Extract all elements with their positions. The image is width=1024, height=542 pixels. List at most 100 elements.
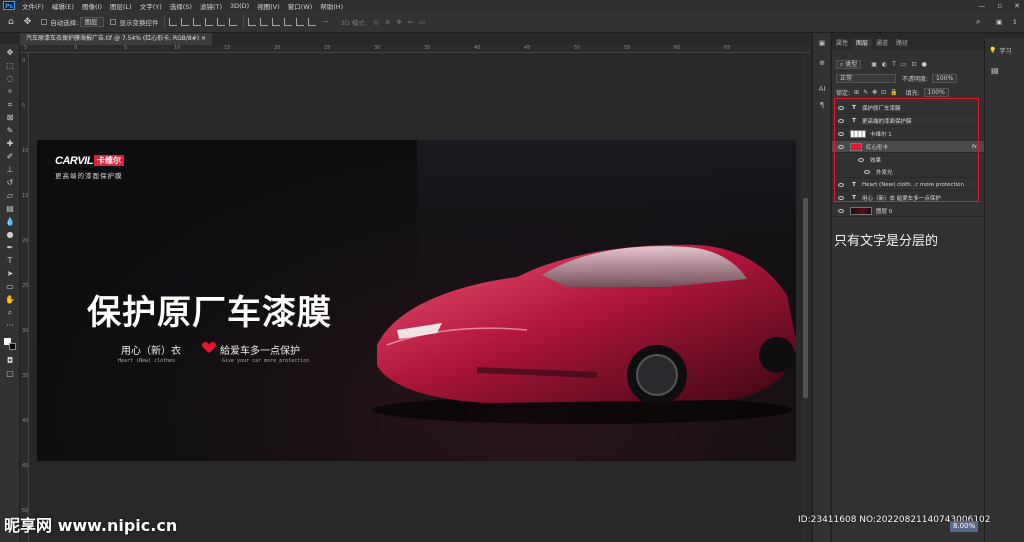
paragraph-panel-icon[interactable]: ¶	[817, 101, 827, 110]
menu-image[interactable]: 图像(I)	[78, 1, 106, 11]
auto-select-dropdown[interactable]: 图层	[80, 16, 105, 27]
workspace-icon[interactable]: ▣	[996, 18, 1002, 26]
menu-window[interactable]: 窗口(W)	[284, 1, 317, 11]
3d-pan-icon[interactable]: ✥	[396, 18, 401, 26]
lock-brush-icon[interactable]: ✎	[863, 89, 868, 96]
close-tab-icon[interactable]: ✕	[201, 35, 206, 42]
align-right-icon[interactable]	[193, 17, 202, 26]
tab-properties[interactable]: 属性	[832, 38, 852, 50]
3d-slide-icon[interactable]: ⇔	[408, 18, 413, 26]
menu-select[interactable]: 选择(S)	[166, 1, 196, 11]
auto-select-checkbox[interactable]	[41, 18, 48, 25]
filter-pixel-icon[interactable]: ▣	[871, 61, 877, 68]
opacity-field[interactable]: 100%	[932, 73, 958, 83]
minimize-button[interactable]: —	[978, 2, 985, 10]
visibility-eye-icon[interactable]	[838, 208, 844, 213]
menu-edit[interactable]: 编辑(E)	[48, 1, 78, 11]
background-color-swatch[interactable]	[9, 343, 16, 350]
learn-button[interactable]: 💡 学习	[989, 46, 1012, 55]
more-options-icon[interactable]: ···	[322, 18, 328, 26]
align-middle-icon[interactable]	[217, 17, 226, 26]
screen-mode-icon[interactable]: ▢	[5, 369, 15, 379]
ai-panel-icon[interactable]: AI	[817, 85, 827, 94]
home-icon[interactable]: ⌂	[8, 17, 14, 27]
hand-tool-icon[interactable]: ✋	[5, 295, 15, 305]
distribute-bottom-icon[interactable]	[272, 17, 281, 26]
type-tool-icon[interactable]: T	[5, 256, 15, 266]
show-transform-checkbox[interactable]	[110, 18, 117, 25]
lasso-tool-icon[interactable]: ◌	[5, 74, 15, 84]
tools-panel: ✥ ⬚ ◌ ✧ ⌗ ⊠ ✎ ✚ ✐ ⊥ ↺ ▱ ▤ 💧 ● ✒ T ➤ ▭ ✋ …	[0, 44, 20, 542]
filter-smart-icon[interactable]: ⊡	[912, 61, 917, 68]
tab-paths[interactable]: 路径	[892, 38, 912, 50]
align-top-icon[interactable]	[205, 17, 214, 26]
divider	[164, 14, 166, 29]
lock-position-icon[interactable]: ✥	[872, 89, 877, 96]
filter-adjust-icon[interactable]: ◐	[882, 61, 887, 68]
libraries-icon[interactable]: ▤	[991, 66, 999, 75]
crop-tool-icon[interactable]: ⌗	[5, 100, 15, 110]
maximize-button[interactable]: ▫	[997, 2, 1002, 10]
tab-layers[interactable]: 图层	[852, 38, 873, 50]
shape-tool-icon[interactable]: ▭	[5, 282, 15, 292]
distribute-left-icon[interactable]	[284, 17, 293, 26]
magic-wand-tool-icon[interactable]: ✧	[5, 87, 15, 97]
history-brush-tool-icon[interactable]: ↺	[5, 178, 15, 188]
blend-mode-dropdown[interactable]: 正常	[836, 73, 896, 83]
pen-tool-icon[interactable]: ✒	[5, 243, 15, 253]
lock-artboard-icon[interactable]: ⊡	[881, 89, 886, 96]
close-button[interactable]: ✕	[1014, 2, 1020, 10]
filter-toggle-icon[interactable]: ●	[922, 61, 927, 68]
menu-layer[interactable]: 图层(L)	[106, 1, 136, 11]
distribute-right-icon[interactable]	[308, 17, 317, 26]
blur-tool-icon[interactable]: 💧	[5, 217, 15, 227]
clone-stamp-tool-icon[interactable]: ⊥	[5, 165, 15, 175]
lock-label: 锁定:	[836, 89, 851, 97]
filter-type-icon[interactable]: T	[892, 61, 896, 68]
eyedropper-tool-icon[interactable]: ✎	[5, 126, 15, 136]
menu-file[interactable]: 文件(F)	[18, 1, 48, 11]
distribute-top-icon[interactable]	[248, 17, 257, 26]
gradient-tool-icon[interactable]: ▤	[5, 204, 15, 214]
zoom-tool-icon[interactable]: ⌕	[5, 308, 15, 318]
fill-field[interactable]: 100%	[923, 87, 949, 97]
lock-pixels-icon[interactable]: ⊞	[854, 89, 859, 96]
3d-roll-icon[interactable]: ⊕	[385, 18, 390, 26]
move-tool-icon[interactable]: ✥	[5, 48, 15, 58]
align-bottom-icon[interactable]	[229, 17, 238, 26]
dodge-tool-icon[interactable]: ●	[5, 230, 15, 240]
move-tool-preset-icon[interactable]: ✥	[24, 17, 32, 27]
eraser-tool-icon[interactable]: ▱	[5, 191, 15, 201]
path-selection-tool-icon[interactable]: ➤	[5, 269, 15, 279]
navigator-panel-icon[interactable]: ⊕	[817, 59, 827, 68]
filter-shape-icon[interactable]: ▭	[901, 61, 907, 68]
marquee-tool-icon[interactable]: ⬚	[5, 61, 15, 71]
layer-row[interactable]: 图层 0	[832, 205, 985, 217]
brush-tool-icon[interactable]: ✐	[5, 152, 15, 162]
quick-mask-icon[interactable]: ◘	[5, 356, 15, 366]
vertical-scrollbar[interactable]	[801, 53, 810, 542]
document-tab[interactable]: 汽车原漆车衣保护膜海报广告.tif @ 7.54% (红心形卡, RGB/8#)…	[20, 33, 213, 45]
search-icon[interactable]: ⌕	[976, 17, 980, 27]
tab-channels[interactable]: 通道	[872, 38, 892, 50]
distribute-middle-icon[interactable]	[260, 17, 269, 26]
healing-brush-tool-icon[interactable]: ✚	[5, 139, 15, 149]
history-panel-icon[interactable]: ▣	[817, 39, 827, 48]
3d-rotate-icon[interactable]: ◎	[373, 18, 379, 26]
scrollbar-thumb[interactable]	[803, 198, 808, 398]
menu-3d[interactable]: 3D(D)	[226, 2, 253, 10]
artboard-poster[interactable]: CARVIL 卡维尔 更高端的漆面保护膜 保护原厂车漆膜 用心（新）衣 給爱车多…	[37, 140, 796, 461]
align-left-icon[interactable]	[169, 17, 178, 26]
frame-tool-icon[interactable]: ⊠	[5, 113, 15, 123]
menu-type[interactable]: 文字(Y)	[136, 1, 166, 11]
menu-help[interactable]: 帮助(H)	[316, 1, 347, 11]
3d-scale-icon[interactable]: ▭	[419, 18, 425, 26]
share-icon[interactable]: ⇪	[1012, 18, 1017, 26]
layer-filter-dropdown[interactable]: ⌕ 类型	[836, 59, 862, 69]
menu-view[interactable]: 视图(V)	[253, 1, 284, 11]
more-tools-icon[interactable]: ···	[5, 321, 15, 331]
align-center-icon[interactable]	[181, 17, 190, 26]
menu-filter[interactable]: 滤镜(T)	[196, 1, 226, 11]
lock-all-icon[interactable]: 🔒	[890, 89, 897, 96]
distribute-center-icon[interactable]	[296, 17, 305, 26]
